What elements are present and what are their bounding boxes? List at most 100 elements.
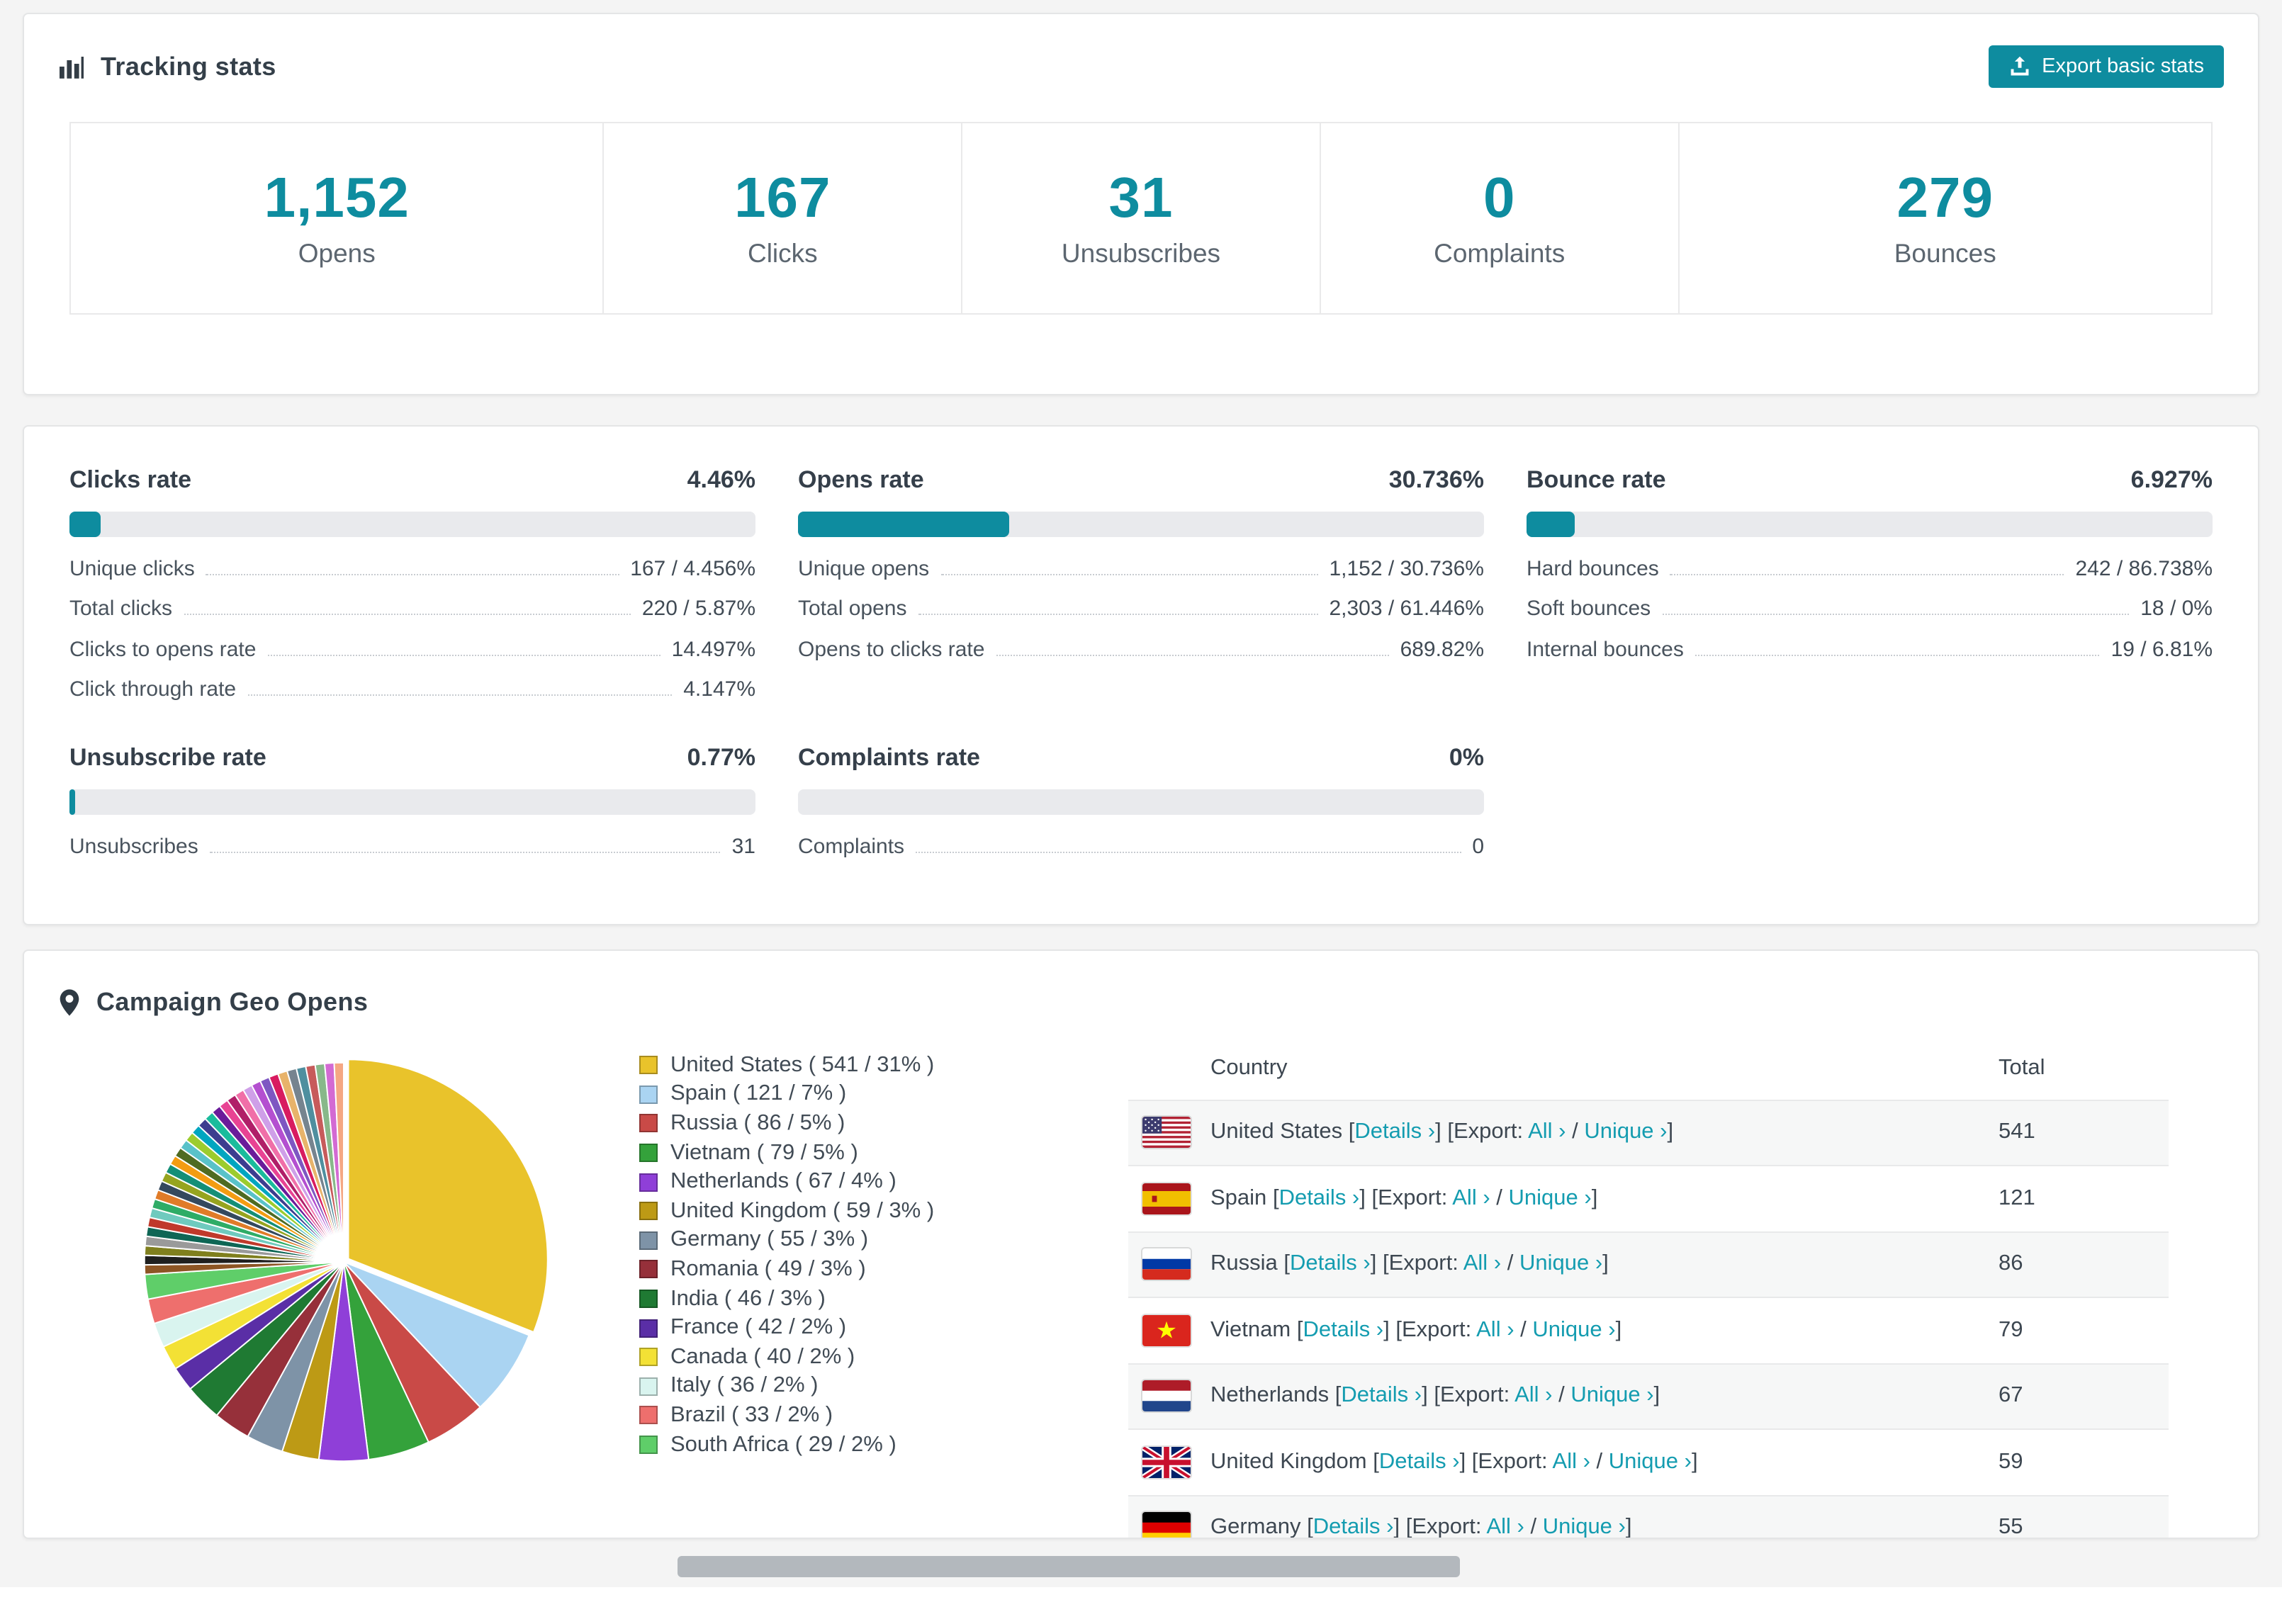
rate-value: 0.77% <box>687 744 755 771</box>
vn-flag-icon <box>1142 1314 1191 1346</box>
export-all-link[interactable]: All › <box>1452 1186 1490 1210</box>
legend-item: United Kingdom ( 59 / 3% ) <box>639 1197 1128 1226</box>
rates-card: Clicks rate 4.46% Unique clicks 167 / 4.4… <box>23 425 2259 925</box>
legend-item: India ( 46 / 3% ) <box>639 1285 1128 1314</box>
ru-flag-icon <box>1142 1248 1191 1280</box>
dotted-leader <box>206 573 619 575</box>
legend-swatch <box>639 1290 658 1309</box>
export-all-link[interactable]: All › <box>1514 1384 1552 1408</box>
rate-stat-line: Hard bounces 242 / 86.738% <box>1527 548 2213 589</box>
country-name: Vietnam <box>1210 1317 1291 1342</box>
export-all-link[interactable]: All › <box>1553 1450 1590 1474</box>
stat-line-label: Click through rate <box>69 677 237 702</box>
details-link[interactable]: Details › <box>1354 1120 1435 1144</box>
legend-item: Romania ( 49 / 3% ) <box>639 1255 1128 1284</box>
stat-line-value: 220 / 5.87% <box>641 597 755 621</box>
stat-line-label: Clicks to opens rate <box>69 637 257 662</box>
legend-swatch <box>639 1406 658 1425</box>
country-cell: Germany [Details ›] [Export: All › / Uni… <box>1210 1515 1632 1538</box>
stat-line-value: 18 / 0% <box>2140 597 2213 621</box>
rate-head: Complaints rate 0% <box>798 744 1484 772</box>
legend-item: Italy ( 36 / 2% ) <box>639 1372 1128 1401</box>
rate-progress-fill <box>69 512 101 537</box>
tracking-stats-card: Tracking stats Export basic stats 1,152 … <box>23 13 2259 395</box>
legend-item: South Africa ( 29 / 2% ) <box>639 1430 1128 1459</box>
stat-line-label: Hard bounces <box>1527 556 1659 581</box>
details-link[interactable]: Details › <box>1290 1252 1371 1276</box>
export-unique-link[interactable]: Unique › <box>1584 1120 1667 1144</box>
legend-item: Germany ( 55 / 3% ) <box>639 1226 1128 1255</box>
rate-progress-fill <box>798 512 1009 537</box>
export-icon <box>2008 55 2030 78</box>
export-all-link[interactable]: All › <box>1486 1516 1524 1538</box>
details-link[interactable]: Details › <box>1303 1318 1383 1342</box>
dotted-leader <box>996 654 1389 656</box>
country-cell: Russia [Details ›] [Export: All › / Uniq… <box>1210 1251 1609 1276</box>
legend-item: Spain ( 121 / 7% ) <box>639 1080 1128 1109</box>
legend-label: Canada ( 40 / 2% ) <box>670 1344 855 1369</box>
country-total: 121 <box>1999 1185 2035 1210</box>
rate-rows: Hard bounces 242 / 86.738% Soft bounces 18 … <box>1527 548 2213 670</box>
geo-table-row: Germany [Details ›] [Export: All › / Uni… <box>1128 1496 2169 1538</box>
stat-box: 31 Unsubscribes <box>961 122 1321 315</box>
geo-table: Country Total United States [Details ›] … <box>1128 1037 2169 1538</box>
country-column-header: Country <box>1210 1055 1288 1079</box>
stat-line-label: Complaints <box>798 834 905 859</box>
legend-item: United States ( 541 / 31% ) <box>639 1051 1128 1080</box>
legend-label: Spain ( 121 / 7% ) <box>670 1081 847 1106</box>
horizontal-scrollbar-thumb[interactable] <box>678 1556 1460 1577</box>
rate-stat-line: Unique clicks 167 / 4.456% <box>69 548 755 589</box>
export-all-link[interactable]: All › <box>1476 1318 1514 1342</box>
stat-line-label: Total opens <box>798 597 907 621</box>
rate-stat-line: Clicks to opens rate 14.497% <box>69 629 755 670</box>
rate-progress-track <box>1527 512 2213 537</box>
export-basic-stats-button[interactable]: Export basic stats <box>1988 45 2224 88</box>
stat-label: Bounces <box>1894 237 1996 267</box>
dotted-leader <box>1694 654 2100 656</box>
country-total: 67 <box>1999 1383 2023 1408</box>
stat-line-value: 242 / 86.738% <box>2075 556 2213 581</box>
geo-table-row: United States [Details ›] [Export: All ›… <box>1128 1100 2169 1166</box>
country-total: 55 <box>1999 1515 2023 1538</box>
campaign-stats-page: Tracking stats Export basic stats 1,152 … <box>0 0 2282 1624</box>
country-cell: Vietnam [Details ›] [Export: All › / Uni… <box>1210 1317 1622 1342</box>
legend-label: Brazil ( 33 / 2% ) <box>670 1402 833 1427</box>
stat-box: 1,152 Opens <box>69 122 605 315</box>
details-link[interactable]: Details › <box>1379 1450 1460 1474</box>
export-all-link[interactable]: All › <box>1463 1252 1501 1276</box>
export-unique-link[interactable]: Unique › <box>1532 1318 1615 1342</box>
legend-swatch <box>639 1436 658 1455</box>
dotted-leader <box>918 614 1318 616</box>
de-flag-icon <box>1142 1512 1191 1537</box>
stat-line-value: 31 <box>731 834 755 859</box>
export-unique-link[interactable]: Unique › <box>1519 1252 1602 1276</box>
stat-label: Complaints <box>1434 237 1566 267</box>
rate-progress-track <box>798 512 1484 537</box>
bottom-strip <box>0 1587 2282 1624</box>
export-unique-link[interactable]: Unique › <box>1543 1516 1626 1538</box>
export-unique-link[interactable]: Unique › <box>1609 1450 1692 1474</box>
nl-flag-icon <box>1142 1380 1191 1412</box>
details-link[interactable]: Details › <box>1279 1186 1360 1210</box>
legend-swatch <box>639 1114 658 1133</box>
country-cell: Netherlands [Details ›] [Export: All › /… <box>1210 1383 1660 1408</box>
details-link[interactable]: Details › <box>1341 1384 1422 1408</box>
export-all-link[interactable]: All › <box>1528 1120 1566 1144</box>
stat-line-label: Unsubscribes <box>69 834 198 859</box>
rate-stat-line: Total opens 2,303 / 61.446% <box>798 589 1484 629</box>
rate-title: Clicks rate <box>69 466 191 493</box>
details-link[interactable]: Details › <box>1313 1516 1394 1538</box>
rate-head: Bounce rate 6.927% <box>1527 466 2213 495</box>
country-name: Spain <box>1210 1185 1267 1210</box>
export-label: Export: <box>1439 1383 1510 1408</box>
geo-body: United States ( 541 / 31% ) Spain ( 121 /… <box>24 1031 2258 1538</box>
export-unique-link[interactable]: Unique › <box>1570 1384 1653 1408</box>
country-cell: Spain [Details ›] [Export: All › / Uniqu… <box>1210 1185 1598 1210</box>
export-unique-link[interactable]: Unique › <box>1509 1186 1592 1210</box>
stat-line-value: 2,303 / 61.446% <box>1329 597 1484 621</box>
rate-progress-fill <box>69 789 75 815</box>
legend-item: France ( 42 / 2% ) <box>639 1314 1128 1343</box>
stat-line-value: 689.82% <box>1400 637 1484 662</box>
rate-value: 30.736% <box>1388 466 1484 493</box>
geo-table-row: Spain [Details ›] [Export: All › / Uniqu… <box>1128 1166 2169 1232</box>
